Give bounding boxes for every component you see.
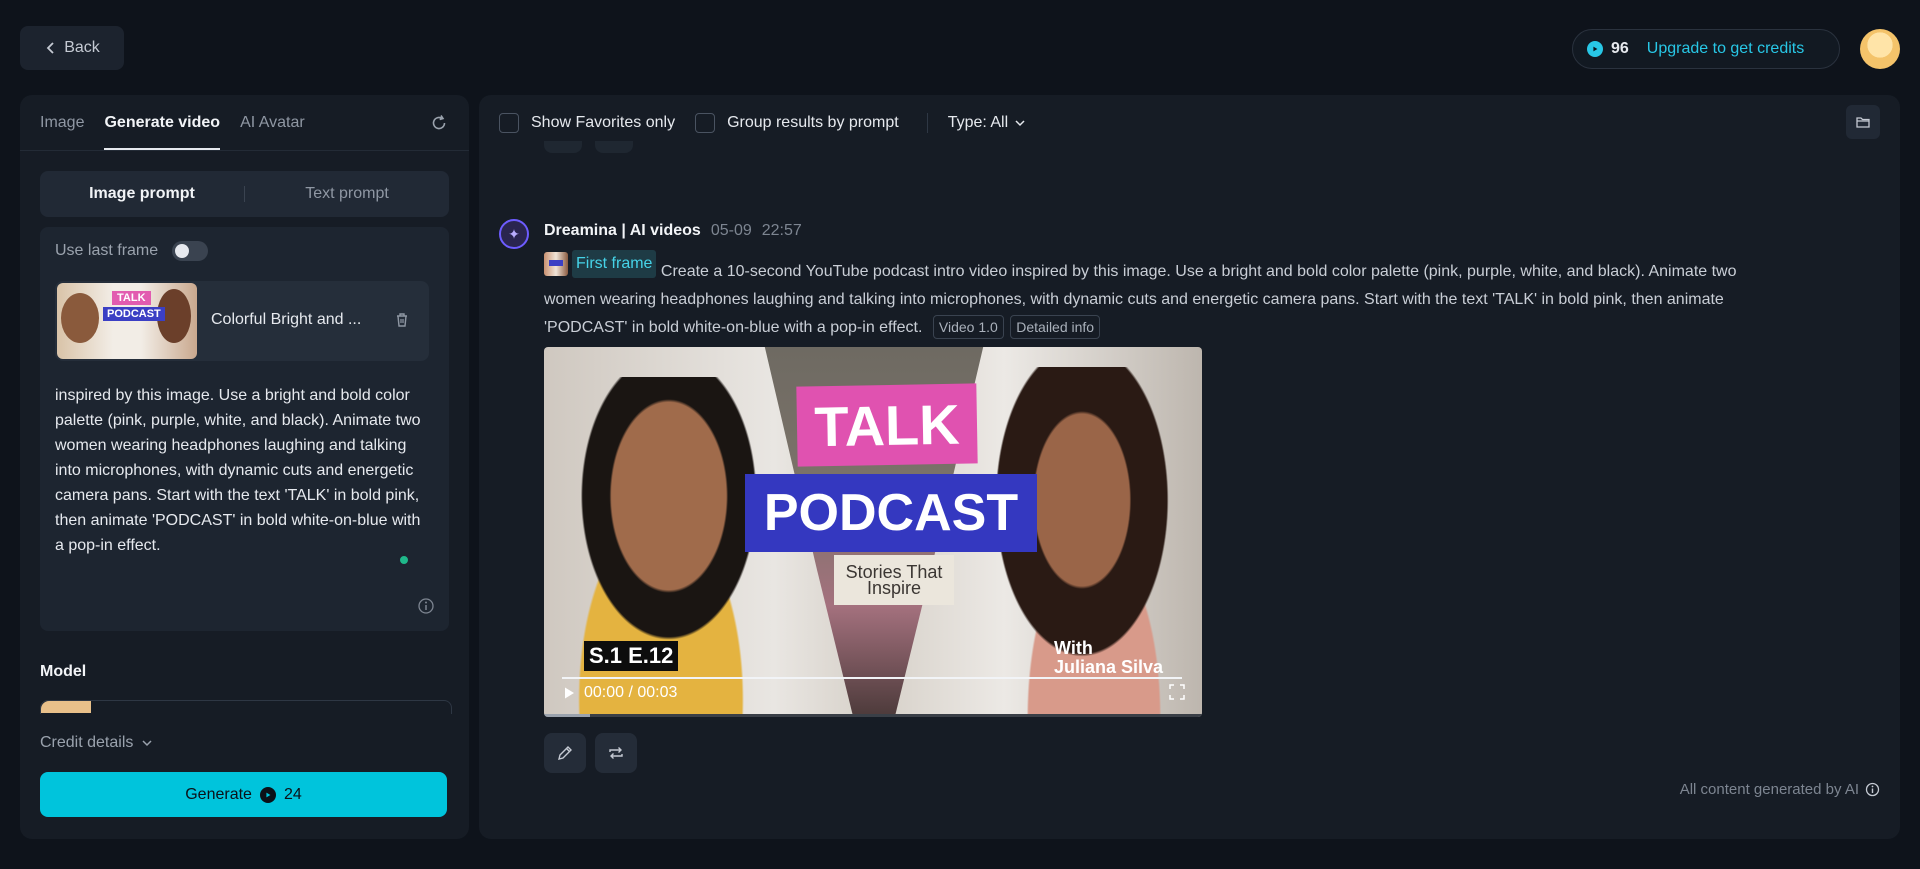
use-last-frame-row: Use last frame (55, 241, 209, 261)
video-player[interactable]: TALK PODCAST Stories That Inspire S.1 E.… (544, 347, 1202, 717)
play-icon[interactable] (562, 686, 576, 700)
thumb-text-podcast: PODCAST (103, 307, 165, 321)
cursor-indicator (398, 554, 410, 566)
generator-tabs: Image Generate video AI Avatar (40, 95, 305, 150)
favorites-checkbox[interactable] (499, 112, 519, 133)
video-title-talk: TALK (796, 383, 978, 467)
model-thumbnail (41, 701, 91, 713)
credit-coin-icon (259, 786, 276, 803)
thumb-person-left (61, 293, 99, 343)
message-time: 22:57 (761, 222, 802, 239)
regenerate-button[interactable] (595, 733, 637, 773)
favorites-filter[interactable]: Show Favorites only (499, 112, 676, 133)
fullscreen-icon[interactable] (1168, 683, 1186, 701)
info-icon[interactable] (417, 597, 435, 615)
edit-button[interactable] (544, 733, 586, 773)
credit-count: 96 (1611, 40, 1629, 57)
chevron-left-icon (46, 42, 54, 54)
tabs-divider (20, 150, 469, 151)
pencil-icon (558, 746, 572, 760)
credits-pill[interactable]: 96 Upgrade to get credits (1572, 29, 1840, 69)
thumb-text-talk: TALK (112, 291, 151, 305)
host-credit-line2: Juliana Silva (1054, 657, 1164, 677)
trash-icon[interactable] (393, 311, 411, 329)
first-frame-name: Colorful Bright and ... (211, 311, 362, 328)
model-label: Model (40, 663, 87, 680)
ai-disclaimer-text: All content generated by AI (1679, 781, 1859, 798)
text-prompt-option[interactable]: Text prompt (245, 185, 449, 203)
generate-cost: 24 (283, 785, 302, 803)
first-frame-mini-thumbnail (544, 252, 568, 276)
repeat-icon (609, 747, 623, 759)
chevron-down-icon (1015, 119, 1025, 126)
folder-button[interactable] (1846, 105, 1880, 139)
group-label: Group results by prompt (727, 113, 899, 131)
image-prompt-option[interactable]: Image prompt (40, 185, 244, 203)
host-credit-line1: With (1054, 638, 1093, 658)
video-title-podcast: PODCAST (745, 474, 1037, 552)
generate-label: Generate (185, 785, 252, 803)
episode-badge: S.1 E.12 (584, 641, 679, 671)
credit-details-label: Credit details (40, 734, 134, 751)
message-prompt: First frame Create a 10-second YouTube p… (544, 250, 1784, 342)
divider (926, 112, 928, 133)
prompt-card: Use last frame TALK PODCAST Colorful Bri… (40, 227, 449, 631)
prompt-textarea[interactable]: inspired by this image. Use a bright and… (55, 383, 425, 558)
credit-coin-icon (1587, 41, 1603, 57)
user-avatar[interactable] (1860, 29, 1900, 69)
ai-disclaimer: All content generated by AI (1680, 781, 1880, 798)
group-filter[interactable]: Group results by prompt (695, 112, 899, 133)
generator-panel: Image Generate video AI Avatar Image pro… (20, 95, 469, 839)
first-frame-thumbnail: TALK PODCAST (57, 283, 197, 359)
detailed-info-tag[interactable]: Detailed info (1010, 315, 1101, 339)
generate-button[interactable]: Generate 24 (40, 772, 447, 817)
results-filters: Show Favorites only Group results by pro… (499, 95, 1026, 150)
first-frame-chip[interactable]: First frame (544, 250, 657, 278)
model-selector[interactable] (40, 700, 452, 714)
info-icon[interactable] (1865, 782, 1880, 797)
message-header: Dreamina | AI videos 05-09 22:57 (544, 222, 802, 240)
type-dropdown[interactable]: Type: All (948, 114, 1026, 132)
tab-image[interactable]: Image (40, 95, 84, 150)
video-buffer-bar (544, 714, 1202, 717)
video-time: 00:00 / 00:03 (584, 684, 678, 701)
prompt-mode-switch: Image prompt Text prompt (40, 171, 449, 217)
use-last-frame-label: Use last frame (55, 242, 159, 259)
type-label: Type: All (947, 113, 1009, 131)
chevron-down-icon (142, 740, 152, 747)
first-frame-label: First frame (572, 250, 657, 278)
back-label: Back (64, 39, 100, 56)
first-frame-item[interactable]: TALK PODCAST Colorful Bright and ... (55, 281, 429, 361)
message-date: 05-09 (710, 222, 752, 239)
results-panel: Show Favorites only Group results by pro… (479, 95, 1900, 839)
prompt-text: Create a 10-second YouTube podcast intro… (544, 263, 1737, 336)
use-last-frame-toggle[interactable] (172, 241, 209, 261)
tab-ai-avatar[interactable]: AI Avatar (240, 95, 305, 150)
folder-icon (1856, 117, 1870, 128)
tab-generate-video[interactable]: Generate video (104, 95, 220, 150)
video-controls: 00:00 / 00:03 (562, 681, 677, 705)
favorites-label: Show Favorites only (531, 113, 676, 131)
dreamina-logo-icon: ✦ (499, 219, 529, 249)
host-credit: With Juliana Silva (1054, 639, 1163, 677)
credit-details-toggle[interactable]: Credit details (40, 734, 153, 752)
back-button[interactable]: Back (20, 26, 124, 70)
video-progress-bar[interactable] (562, 677, 1182, 679)
message-author: Dreamina | AI videos (544, 222, 701, 239)
video-subtitle: Stories That Inspire (834, 555, 954, 605)
upgrade-link[interactable]: Upgrade to get credits (1647, 40, 1804, 58)
group-checkbox[interactable] (695, 112, 716, 133)
model-tag: Video 1.0 (932, 315, 1004, 339)
refresh-icon[interactable] (429, 113, 449, 133)
